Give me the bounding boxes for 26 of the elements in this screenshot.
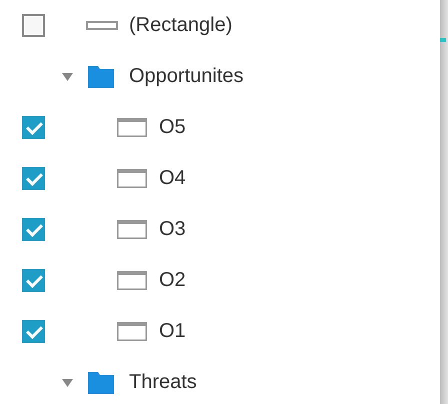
folder-icon xyxy=(88,66,114,88)
layer-name[interactable]: O4 xyxy=(159,167,186,190)
scrollbar[interactable] xyxy=(440,0,448,404)
layer-name[interactable]: O1 xyxy=(159,320,186,343)
layer-name[interactable]: O2 xyxy=(159,269,186,292)
layer-name[interactable]: (Rectangle) xyxy=(129,14,232,37)
frame-icon xyxy=(117,322,147,341)
frame-icon xyxy=(117,271,147,290)
folder-icon xyxy=(88,372,114,394)
checkbox[interactable] xyxy=(22,167,45,190)
expand-down-icon[interactable] xyxy=(62,72,73,80)
checkbox[interactable] xyxy=(22,218,45,241)
layer-name[interactable]: Threats xyxy=(129,371,197,394)
frame-icon xyxy=(117,220,147,239)
checkbox[interactable] xyxy=(22,14,45,37)
checkbox[interactable] xyxy=(22,269,45,292)
layer-name[interactable]: O5 xyxy=(159,116,186,139)
checkbox[interactable] xyxy=(22,320,45,343)
layer-name[interactable]: O3 xyxy=(159,218,186,241)
scroll-marker xyxy=(440,38,446,42)
checkbox[interactable] xyxy=(22,116,45,139)
rectangle-icon xyxy=(86,21,118,30)
frame-icon xyxy=(117,169,147,188)
expand-down-icon[interactable] xyxy=(62,378,73,386)
layer-name[interactable]: Opportunites xyxy=(129,65,244,88)
frame-icon xyxy=(117,118,147,137)
